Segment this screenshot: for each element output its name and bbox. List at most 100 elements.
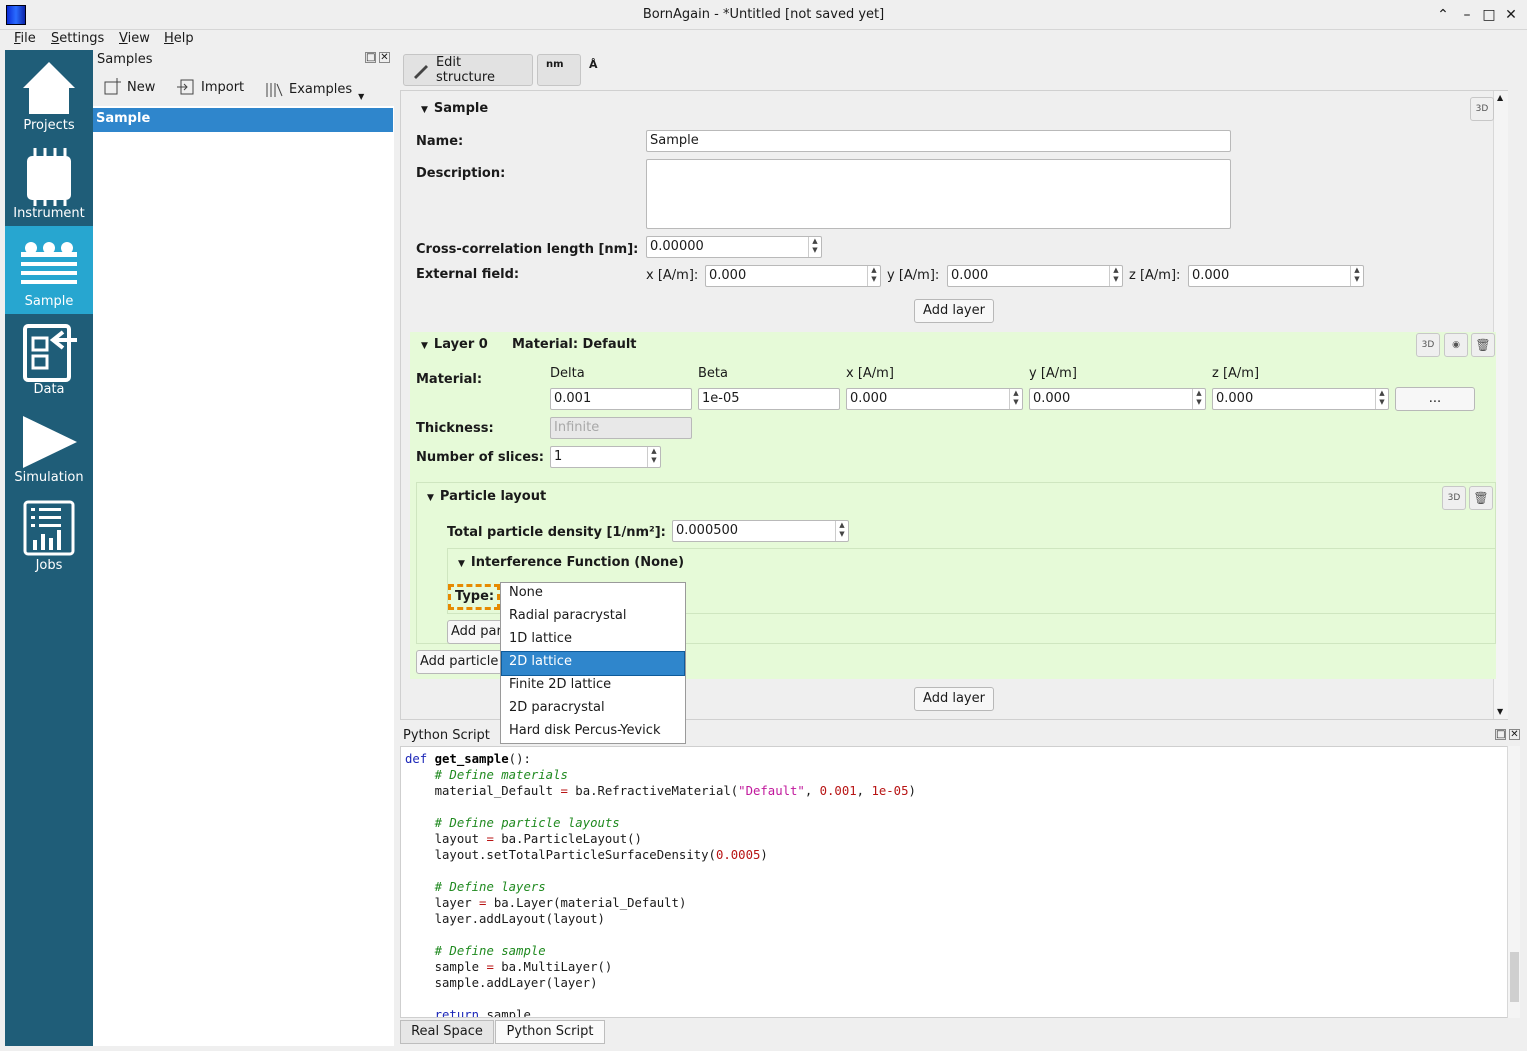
spin-arrows-icon[interactable]: ▲ ▼ [1109,266,1122,286]
slices-field[interactable]: 1 ▲ ▼ [550,446,661,468]
mz-field[interactable]: 0.000 ▲ ▼ [1212,388,1389,410]
spin-arrows-icon[interactable]: ▲ ▼ [808,237,821,257]
sample-list-item[interactable]: Sample [93,108,393,132]
name-field[interactable]: Sample [646,130,1231,152]
samples-toolbar: New Import Examples ▼ [93,70,394,106]
samples-header: Samples □ ✕ [93,50,394,70]
option-radial-paracrystal[interactable]: Radial paracrystal [502,606,684,629]
edit-structure-button[interactable]: Edit structure [403,54,533,86]
density-field[interactable]: 0.000500 ▲ ▼ [672,520,849,542]
menu-settings[interactable]: Settings [51,31,104,46]
interference-title: Interference Function (None) [470,555,685,570]
spin-arrows-icon[interactable]: ▲ ▼ [835,521,848,541]
material-label: Material: [416,372,483,387]
beta-field[interactable]: 1e-05 [698,388,840,410]
unit-nm-button[interactable]: nm [537,54,581,86]
option-finite-2d-lattice[interactable]: Finite 2D lattice [502,675,684,698]
window-title: BornAgain - *Untitled [not saved yet] [642,7,885,22]
spin-arrows-icon[interactable]: ▲ ▼ [1375,389,1388,409]
nav-simulation-label: Simulation [14,470,84,485]
my-field[interactable]: 0.000 ▲ ▼ [1029,388,1206,410]
description-field[interactable] [646,159,1231,229]
library-icon [266,82,283,97]
delta-field[interactable]: 0.001 [550,388,692,410]
option-none[interactable]: None [502,583,684,606]
sample-section-header[interactable]: ▼ Sample [421,101,488,116]
slices-value: 1 [554,449,563,464]
interference-header[interactable]: ▼ Interference Function (None) [458,555,684,570]
collapse-icon: ▼ [427,493,434,503]
float-icon[interactable]: □ [1495,729,1506,740]
mx-header: x [A/m] [846,366,894,381]
close-panel-icon[interactable]: ✕ [379,52,390,63]
add-particle-button[interactable]: Add particle [416,650,506,674]
tab-real-space[interactable]: Real Space [400,1020,494,1044]
menu-help[interactable]: Help [164,31,194,46]
3d-view-icon[interactable]: 3D [1442,486,1466,510]
nav-simulation[interactable]: Simulation [5,402,93,490]
spin-arrows-icon[interactable]: ▲ ▼ [867,266,880,286]
new-label: New [127,79,156,95]
nav-instrument[interactable]: Instrument [5,138,93,226]
delete-icon[interactable]: 🗑 [1469,486,1493,510]
edit-structure-label: Edit structure [435,55,495,85]
particle-layout-header[interactable]: ▼ Particle layout [427,489,546,504]
my-value: 0.000 [1033,391,1071,406]
delete-icon[interactable]: 🗑 [1471,333,1495,357]
option-2d-lattice[interactable]: 2D lattice [501,651,685,676]
crosscorr-field[interactable]: 0.00000 ▲ ▼ [646,236,822,258]
import-label: Import [201,79,245,95]
editor-toolbar: Edit structure nm Å [400,52,1527,88]
spin-arrows-icon[interactable]: ▲ ▼ [647,447,660,467]
python-script-editor[interactable]: def get_sample(): # Define materials mat… [400,746,1520,1018]
layer-title: Layer 0 [433,337,488,352]
examples-button[interactable]: Examples ▼ [265,78,364,101]
add-layer-button-bottom[interactable]: Add layer [914,687,994,711]
pencil-icon [414,65,428,79]
menu-view[interactable]: View [119,31,150,46]
spin-arrows-icon[interactable]: ▲ ▼ [1009,389,1022,409]
import-button[interactable]: Import [177,78,244,96]
minimize-icon[interactable]: – [1458,6,1476,24]
python-scrollbar[interactable] [1507,746,1520,1018]
scroll-thumb[interactable] [1510,952,1519,1002]
tab-python-script[interactable]: Python Script [495,1020,605,1044]
option-2d-paracrystal[interactable]: 2D paracrystal [502,698,684,721]
new-sample-button[interactable]: New [103,78,155,96]
close-icon[interactable]: ✕ [1502,6,1520,24]
material-more-button[interactable]: ... [1395,387,1475,411]
title-bar: BornAgain - *Untitled [not saved yet] ⌃ … [0,0,1527,30]
nav-sample[interactable]: Sample [5,226,93,314]
3d-view-icon[interactable]: 3D [1470,97,1494,121]
add-layer-button-top[interactable]: Add layer [914,299,994,323]
mx-value: 0.000 [850,391,888,406]
nav-projects-label: Projects [23,118,75,133]
thickness-placeholder: Infinite [554,420,600,435]
layer-header[interactable]: ▼ Layer 0 [421,337,488,352]
interference-type-dropdown[interactable]: None Radial paracrystal 1D lattice 2D la… [500,582,686,744]
option-1d-lattice[interactable]: 1D lattice [502,629,684,652]
add-particle-inner-button[interactable]: Add par [447,620,507,644]
spin-arrows-icon[interactable]: ▲ ▼ [1192,389,1205,409]
3d-view-icon[interactable]: 3D [1416,333,1440,357]
menu-file[interactable]: File [14,31,36,46]
spin-arrows-icon[interactable]: ▲ ▼ [1350,266,1363,286]
nav-projects[interactable]: Projects [5,50,93,138]
ext-x-field[interactable]: 0.000 ▲ ▼ [705,265,881,287]
mx-field[interactable]: 0.000 ▲ ▼ [846,388,1023,410]
float-icon[interactable]: □ [365,52,376,63]
samples-panel: Samples □ ✕ New Import Examples ▼ Sample [93,50,394,1046]
scroll-down-icon[interactable]: ▼ [1497,707,1503,716]
ext-z-field[interactable]: 0.000 ▲ ▼ [1188,265,1364,287]
maximize-icon[interactable]: □ [1480,6,1498,24]
scroll-up-icon[interactable]: ▲ [1497,93,1503,102]
unit-angstrom-button[interactable]: Å [589,58,598,71]
description-label: Description: [416,166,506,181]
nav-jobs[interactable]: Jobs [5,490,93,578]
shade-icon[interactable]: ⌃ [1434,6,1452,24]
option-hard-disk[interactable]: Hard disk Percus-Yevick [502,721,684,744]
ext-y-field[interactable]: 0.000 ▲ ▼ [947,265,1123,287]
palette-icon[interactable]: ◉ [1444,333,1468,357]
nav-data[interactable]: Data [5,314,93,402]
close-panel-icon[interactable]: ✕ [1509,729,1520,740]
